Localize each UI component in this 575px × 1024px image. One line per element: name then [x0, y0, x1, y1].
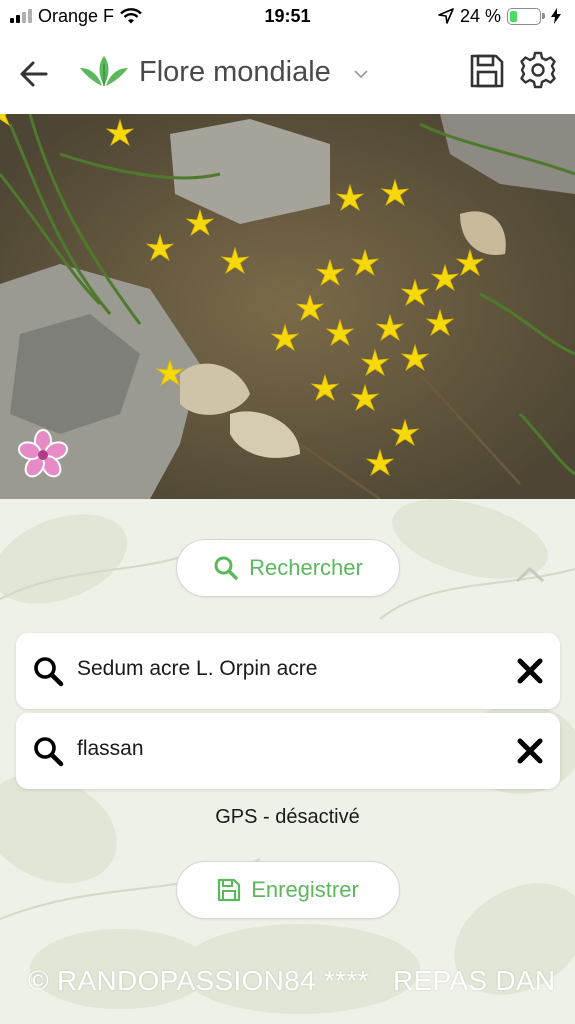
chevron-down-icon[interactable] — [353, 66, 369, 82]
gear-icon[interactable] — [518, 50, 558, 90]
search-icon — [214, 556, 238, 580]
status-left: Orange F — [10, 6, 142, 27]
search-icon — [34, 657, 64, 687]
back-arrow-icon[interactable] — [16, 56, 52, 92]
battery-icon — [507, 7, 545, 25]
flower-badge-icon[interactable] — [16, 428, 70, 482]
marquee-text: © RANDOPASSION84 **** REPAS DAN — [28, 965, 556, 996]
taxon-input[interactable] — [77, 657, 497, 681]
location-arrow-icon — [438, 8, 454, 24]
charging-bolt-icon — [551, 8, 561, 24]
floppy-disk-icon — [218, 878, 241, 902]
chevron-up-icon[interactable] — [514, 565, 546, 585]
carrier-label: Orange F — [38, 5, 115, 26]
battery-percent: 24 % — [459, 5, 501, 26]
plant-photo-image — [0, 114, 575, 499]
close-icon[interactable] — [516, 737, 544, 765]
search-icon — [34, 737, 64, 767]
floppy-disk-icon[interactable] — [468, 52, 506, 90]
leaf-logo-icon — [80, 56, 128, 86]
search-button-label: Rechercher — [249, 555, 363, 580]
save-button-label: Enregistrer — [251, 877, 359, 902]
gps-status: GPS - désactivé — [215, 806, 360, 828]
signal-icon — [10, 9, 32, 23]
battery-level — [510, 10, 517, 22]
close-icon[interactable] — [516, 657, 544, 685]
plant-photo[interactable] — [0, 114, 575, 499]
search-panel: Rechercher GPS - désactivé Enregistre — [0, 499, 575, 1024]
search-button[interactable]: Rechercher — [176, 539, 400, 597]
save-button[interactable]: Enregistrer — [176, 861, 400, 919]
app-title[interactable]: Flore mondiale — [139, 56, 331, 89]
taxon-search-field[interactable] — [16, 633, 560, 709]
location-input[interactable] — [77, 737, 497, 761]
status-bar: Orange F 19:51 24 % — [0, 0, 575, 32]
status-right: 24 % — [438, 6, 561, 27]
app-header: Flore mondiale — [0, 32, 575, 114]
location-search-field[interactable] — [16, 713, 560, 789]
wifi-icon — [120, 8, 142, 24]
